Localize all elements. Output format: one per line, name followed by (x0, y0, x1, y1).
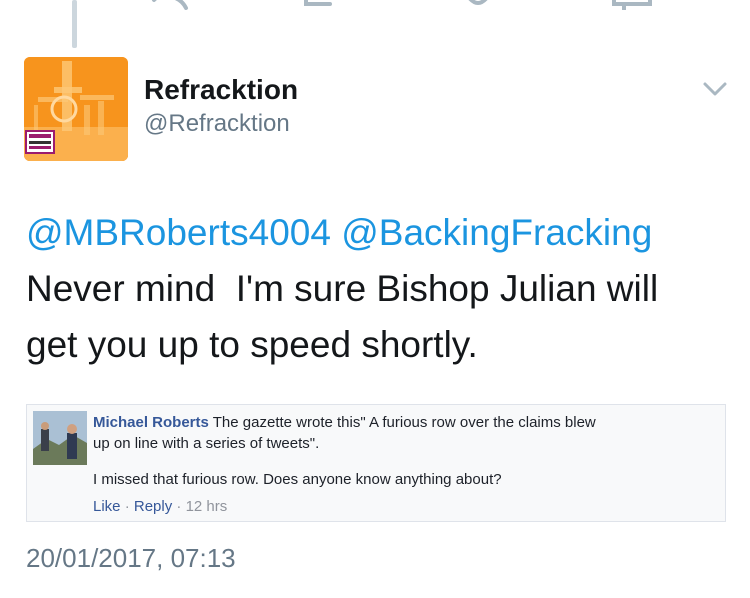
avatar[interactable] (24, 57, 128, 161)
commenter-photo (33, 411, 87, 465)
message-icon[interactable] (610, 0, 654, 10)
chevron-down-icon[interactable] (702, 80, 728, 98)
tweet-actions-cutoff (0, 0, 750, 10)
like-link[interactable]: Like (93, 498, 121, 515)
like-icon[interactable] (460, 0, 496, 10)
comment-text-line-3: I missed that furious row. Does anyone k… (93, 471, 502, 488)
display-name[interactable]: Refracktion (144, 74, 298, 106)
avatar-image (24, 57, 128, 161)
commenter-name[interactable]: Michael Roberts (93, 414, 209, 431)
comment-time: 12 hrs (185, 498, 228, 515)
reply-icon[interactable] (150, 0, 194, 10)
mention-link[interactable]: @MBRoberts4004 (26, 212, 331, 253)
separator: · (120, 498, 134, 515)
tweet-line-2: Never mind I'm sure Bishop Julian will (26, 268, 659, 309)
tweet-line-1: @MBRoberts4004 @BackingFracking (26, 205, 726, 261)
comment-text-part: The gazette wrote this" A furious row ov… (208, 414, 596, 431)
retweet-icon[interactable] (300, 0, 344, 10)
embedded-screenshot[interactable]: Michael Roberts The gazette wrote this" … (26, 404, 726, 522)
comment-text-line-2: up on line with a series of tweets". (93, 435, 320, 452)
tweet-text: @MBRoberts4004 @BackingFracking Never mi… (26, 205, 726, 373)
comment-text-line-1: Michael Roberts The gazette wrote this" … (93, 413, 713, 433)
separator: · (172, 498, 186, 515)
mention-link[interactable]: @BackingFracking (341, 212, 652, 253)
comment-actions: Like · Reply · 12 hrs (93, 498, 227, 515)
tweet-line-3: get you up to speed shortly. (26, 324, 478, 365)
reply-link[interactable]: Reply (134, 498, 172, 515)
tweet-timestamp[interactable]: 20/01/2017, 07:13 (26, 543, 236, 574)
user-handle[interactable]: @Refracktion (144, 110, 290, 138)
